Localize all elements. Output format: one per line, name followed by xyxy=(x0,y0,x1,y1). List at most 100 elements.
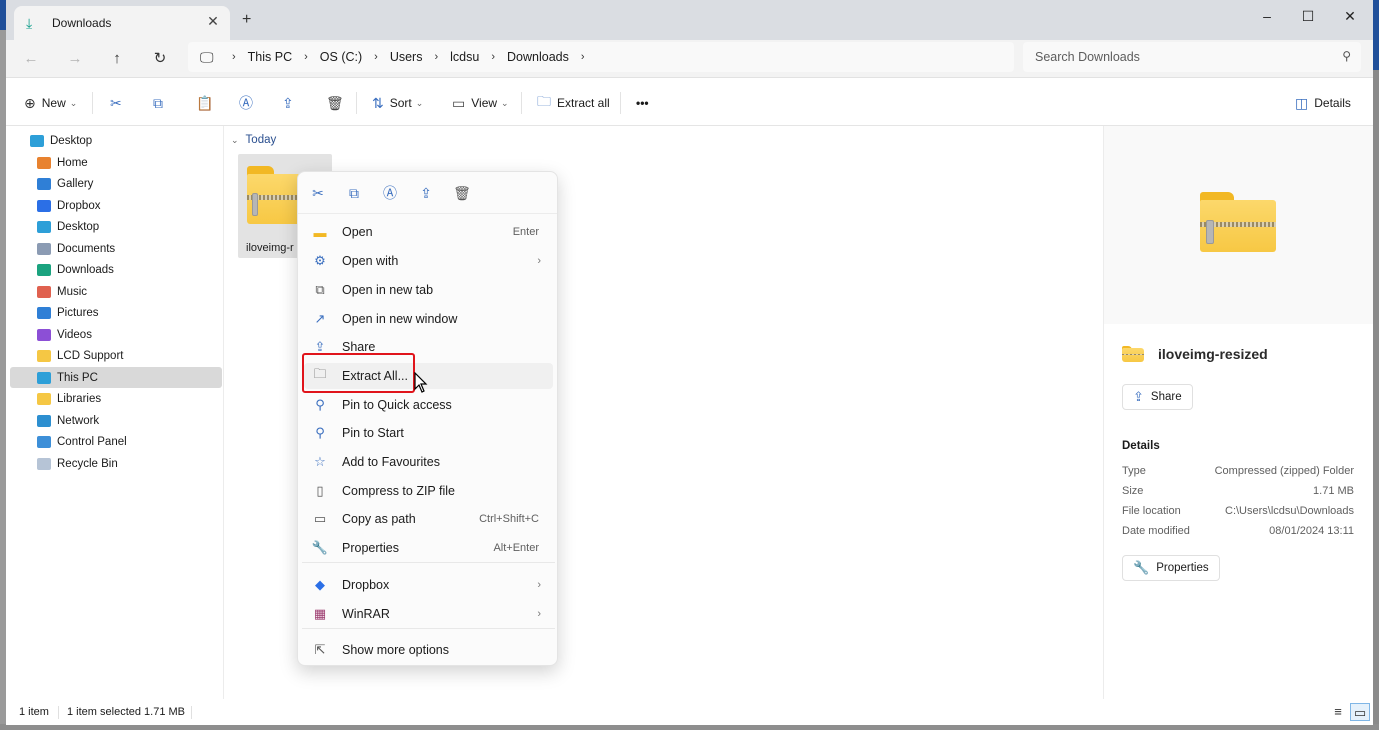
sidebar-item-desktop[interactable]: Desktop xyxy=(10,216,222,237)
breadcrumb-lcdsu[interactable]: lcdsu xyxy=(450,50,479,64)
sidebar-item-lcd-support[interactable]: LCD Support xyxy=(10,345,222,366)
view-button[interactable]: ▭ View ⌄ xyxy=(452,91,509,115)
pin-icon: ⚲ xyxy=(315,397,325,412)
extract-icon: 🗀 xyxy=(537,93,551,109)
details-view-button[interactable]: ≡ xyxy=(1328,703,1348,721)
sidebar-item-label: Videos xyxy=(57,328,92,341)
sidebar-item-label: Pictures xyxy=(57,306,99,319)
sidebar-item-this-pc[interactable]: This PC xyxy=(10,367,222,388)
context-menu-item-properties[interactable]: 🔧 Properties Alt+Enter xyxy=(304,535,553,561)
details-pane-button[interactable]: ◫ Details xyxy=(1295,91,1351,115)
trash-icon[interactable]: 🗑 xyxy=(450,182,474,204)
detail-row-type: Type Compressed (zipped) Folder xyxy=(1122,465,1354,477)
sidebar-item-network[interactable]: Network xyxy=(10,410,222,431)
sidebar-item-music[interactable]: Music xyxy=(10,281,222,302)
sidebar-item-recycle-bin[interactable]: Recycle Bin xyxy=(10,453,222,474)
copy-icon[interactable]: ⧉ xyxy=(342,182,366,204)
divider xyxy=(58,706,59,719)
chevron-right-icon[interactable]: › xyxy=(304,51,308,63)
chevron-down-icon: ⌄ xyxy=(231,135,239,145)
cut-button[interactable]: ✂ xyxy=(110,91,122,115)
sidebar-item-documents[interactable]: Documents xyxy=(10,238,222,259)
properties-button[interactable]: 🔧 Properties xyxy=(1122,555,1220,581)
chevron-right-icon: › xyxy=(537,579,541,591)
sidebar-item-label: Downloads xyxy=(57,263,114,276)
sidebar-item-downloads[interactable]: Downloads xyxy=(10,259,222,280)
context-menu-item-dropbox[interactable]: ◆ Dropbox › xyxy=(304,572,553,598)
back-button[interactable]: ← xyxy=(18,46,44,72)
search-input[interactable]: Search Downloads ⚲ xyxy=(1023,42,1361,72)
context-menu-item-add-to-favourites[interactable]: ☆ Add to Favourites xyxy=(304,449,553,475)
paste-button[interactable]: 📋 xyxy=(196,91,213,115)
context-menu-item-open-in-new-window[interactable]: ↗ Open in new window xyxy=(304,306,553,332)
tiles-view-button[interactable]: ▭ xyxy=(1350,703,1370,721)
divider xyxy=(191,706,192,719)
address-bar[interactable]: 🖵 › This PC › OS (C:) › Users › lcdsu › … xyxy=(188,42,1014,72)
forward-button[interactable]: → xyxy=(62,46,88,72)
sidebar-item-home[interactable]: Home xyxy=(10,152,222,173)
copy-button[interactable]: ⧉ xyxy=(153,91,163,115)
context-menu-item-show-more-options[interactable]: ⇱ Show more options xyxy=(304,637,553,663)
sidebar-item-label: Home xyxy=(57,156,88,169)
close-button[interactable]: ✕ xyxy=(1335,4,1365,28)
context-menu-label: Properties xyxy=(342,541,399,555)
sidebar-item-control-panel[interactable]: Control Panel xyxy=(10,431,222,452)
breadcrumb-this-pc[interactable]: This PC xyxy=(248,50,292,64)
sidebar-item-label: Dropbox xyxy=(57,199,101,212)
sidebar-item-dropbox[interactable]: Dropbox xyxy=(10,195,222,216)
context-menu-item-pin-to-quick-access[interactable]: ⚲ Pin to Quick access xyxy=(304,392,553,418)
context-menu-item-open-in-new-tab[interactable]: ⧉ Open in new tab xyxy=(304,277,553,303)
sidebar-item-pictures[interactable]: Pictures xyxy=(10,302,222,323)
rename-button[interactable]: Ⓐ xyxy=(239,91,253,115)
extract-all-button[interactable]: 🗀 Extract all xyxy=(537,91,610,115)
context-menu-label: Copy as path xyxy=(342,512,416,526)
chevron-right-icon[interactable]: › xyxy=(434,51,438,63)
title-bar: ⤓ Downloads ✕ + – ☐ ✕ xyxy=(6,0,1373,40)
new-button[interactable]: ⊕ New ⌄ xyxy=(24,91,77,115)
tab-downloads[interactable]: ⤓ Downloads ✕ xyxy=(14,6,230,40)
sidebar-item-libraries[interactable]: Libraries xyxy=(10,388,222,409)
share-button[interactable]: ⇪ Share xyxy=(1122,384,1193,410)
group-header-today[interactable]: ⌄ Today xyxy=(231,134,276,146)
sidebar-item-label: Documents xyxy=(57,242,116,255)
context-menu-item-copy-as-path[interactable]: ▭ Copy as path Ctrl+Shift+C xyxy=(304,506,553,532)
new-tab-button[interactable]: + xyxy=(242,11,251,29)
refresh-button[interactable]: ↻ xyxy=(147,46,173,72)
cut-icon[interactable]: ✂ xyxy=(306,182,330,204)
breadcrumb-os-c[interactable]: OS (C:) xyxy=(320,50,362,64)
context-menu-item-compress-to-zip-file[interactable]: ▯ Compress to ZIP file xyxy=(304,478,553,504)
sidebar-item-label: Desktop xyxy=(50,134,93,147)
desktop-icon xyxy=(37,220,51,233)
context-menu-item-open[interactable]: ▬ Open Enter xyxy=(304,219,553,245)
divider xyxy=(356,92,357,114)
delete-button[interactable]: 🗑 xyxy=(326,91,344,115)
group-label: Today xyxy=(245,134,277,146)
view-label: View xyxy=(471,96,498,110)
context-menu-item-pin-to-start[interactable]: ⚲ Pin to Start xyxy=(304,420,553,446)
more-options-button[interactable]: ••• xyxy=(636,91,649,115)
chevron-right-icon[interactable]: › xyxy=(374,51,378,63)
share-icon: ⇪ xyxy=(1133,389,1144,404)
sort-button[interactable]: ⇅ Sort ⌄ xyxy=(372,91,423,115)
context-menu-item-open-with[interactable]: ⚙ Open with › xyxy=(304,248,553,274)
breadcrumb-users[interactable]: Users xyxy=(390,50,423,64)
context-menu-item-winrar[interactable]: ▦ WinRAR › xyxy=(304,601,553,627)
breadcrumb-downloads[interactable]: Downloads xyxy=(507,50,569,64)
wrench-icon: 🔧 xyxy=(1133,560,1150,575)
chevron-right-icon[interactable]: › xyxy=(491,51,495,63)
wrench-icon: 🔧 xyxy=(311,540,329,555)
minimize-button[interactable]: – xyxy=(1252,4,1282,28)
music-icon xyxy=(37,285,51,298)
chevron-right-icon[interactable]: › xyxy=(581,51,585,63)
sidebar-item-gallery[interactable]: Gallery xyxy=(10,173,222,194)
sidebar-item-videos[interactable]: Videos xyxy=(10,324,222,345)
sidebar-item-label: Gallery xyxy=(57,177,94,190)
chevron-right-icon[interactable]: › xyxy=(232,51,236,63)
up-button[interactable]: ↑ xyxy=(104,46,130,72)
share-icon[interactable]: ⇪ xyxy=(414,182,438,204)
sidebar-item-desktop[interactable]: Desktop xyxy=(10,130,222,151)
maximize-button[interactable]: ☐ xyxy=(1293,4,1323,28)
rename-icon[interactable]: Ⓐ xyxy=(378,182,402,204)
share-button[interactable]: ⇪ xyxy=(282,91,294,115)
close-tab-icon[interactable]: ✕ xyxy=(204,13,222,30)
